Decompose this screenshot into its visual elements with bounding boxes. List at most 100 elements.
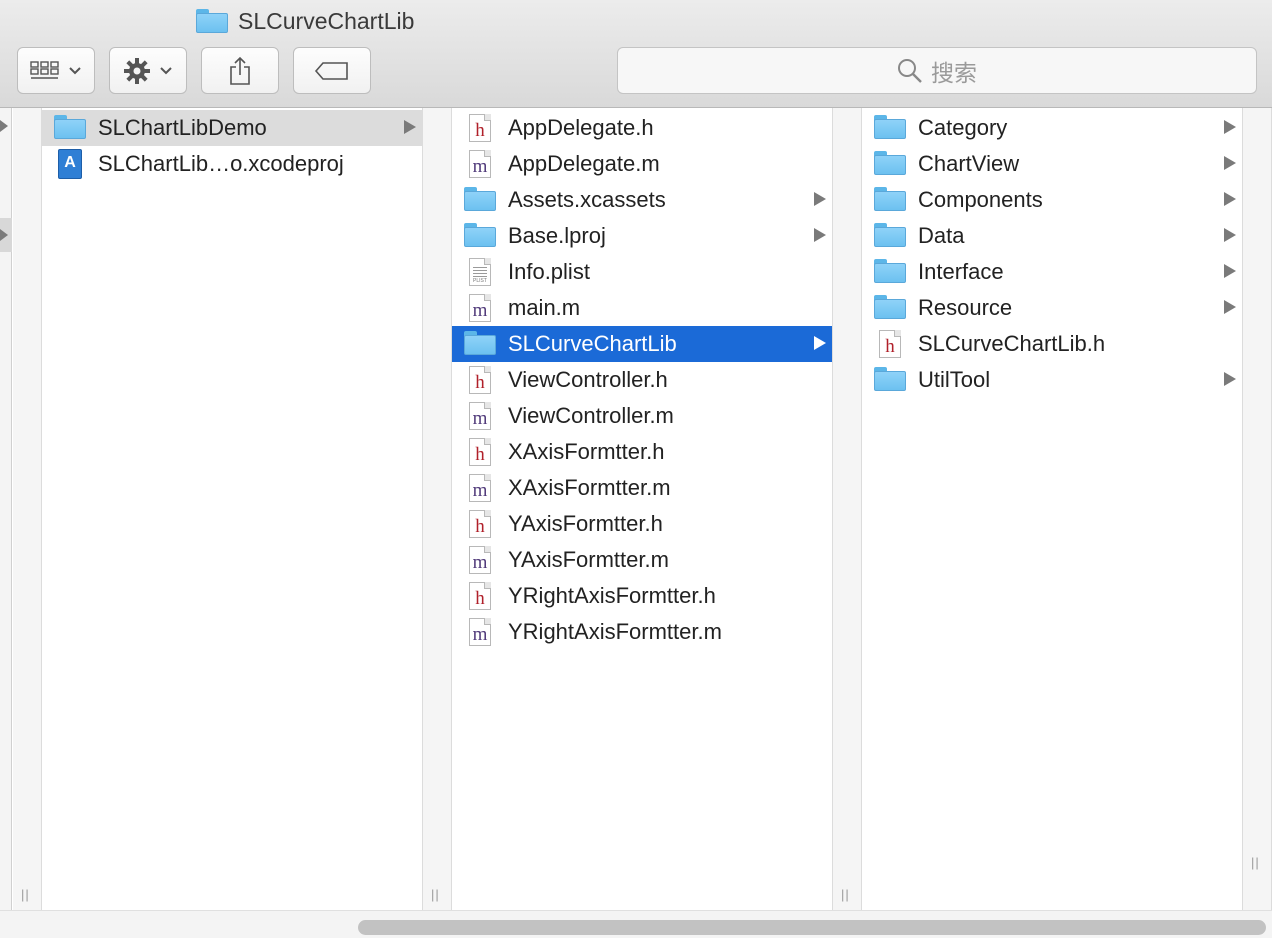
scrollbar-thumb[interactable] (358, 920, 1266, 935)
list-item[interactable]: m ViewController.m (452, 398, 832, 434)
list-item[interactable]: m YAxisFormtter.m (452, 542, 832, 578)
folder-body (874, 263, 906, 283)
list-item[interactable]: A SLChartLib…o.xcodeproj (42, 146, 422, 182)
folder-icon (874, 151, 906, 177)
item-label: Interface (918, 259, 1004, 284)
file-type-glyph: m (472, 408, 488, 429)
column-2[interactable]: h AppDelegate.h m AppDelegate.m Assets.xcass… (452, 108, 833, 910)
list-item[interactable]: m YRightAxisFormtter.m (452, 614, 832, 650)
toolbar: SLCurveChartLib 搜索 (0, 0, 1272, 108)
folder-shape (874, 187, 906, 211)
disclosure-arrow-icon (1224, 156, 1236, 170)
list-item[interactable]: UtilTool (862, 362, 1242, 398)
h-file-icon: h (469, 582, 491, 610)
share-icon (230, 56, 250, 85)
list-item[interactable]: h XAxisFormtter.h (452, 434, 832, 470)
share-button[interactable] (201, 47, 279, 94)
disclosure-arrow-icon (814, 228, 826, 242)
list-item[interactable]: Base.lproj (452, 218, 832, 254)
plist-tag: PLIST (473, 278, 487, 284)
folder-body (874, 191, 906, 211)
column-1[interactable]: SLChartLibDemo A SLChartLib…o.xcodeproj (42, 108, 423, 910)
folder-body (874, 299, 906, 319)
disclosure-arrow-icon (1224, 300, 1236, 314)
list-item[interactable]: h ViewController.h (452, 362, 832, 398)
column-view-icon (30, 60, 59, 79)
disclosure-arrow-icon (1224, 372, 1236, 386)
list-item[interactable]: Assets.xcassets (452, 182, 832, 218)
list-item[interactable]: Components (862, 182, 1242, 218)
item-label: XAxisFormtter.m (508, 475, 671, 500)
page-corner (484, 114, 491, 121)
folder-icon (874, 223, 906, 249)
collapsed-column[interactable] (0, 108, 12, 910)
window-title: SLCurveChartLib (196, 6, 414, 36)
column-resize-handle[interactable]: || (841, 887, 850, 902)
m-file-icon: m (469, 402, 491, 430)
folder-icon (54, 115, 86, 141)
folder-icon (464, 331, 496, 357)
action-button[interactable] (109, 47, 187, 94)
folder-body (464, 191, 496, 211)
chevron-down-icon (160, 66, 172, 74)
item-label: AppDelegate.m (508, 151, 660, 176)
item-label: YRightAxisFormtter.m (508, 619, 722, 644)
file-type-glyph: h (475, 120, 485, 141)
m-file-icon: m (469, 618, 491, 646)
list-item[interactable]: m XAxisFormtter.m (452, 470, 832, 506)
item-label: Resource (918, 295, 1013, 320)
horizontal-scrollbar[interactable] (0, 910, 1272, 938)
list-item[interactable]: SLCurveChartLib (452, 326, 832, 362)
item-label: YRightAxisFormtter.h (508, 583, 716, 608)
item-label: SLCurveChartLib (508, 331, 677, 356)
item-label: Assets.xcassets (508, 187, 666, 212)
column-resize-handle[interactable]: || (21, 887, 30, 902)
item-label: AppDelegate.h (508, 115, 654, 140)
item-label: ViewController.m (508, 403, 674, 428)
xcodeproj-icon: A (58, 149, 82, 179)
folder-body (464, 227, 496, 247)
list-item[interactable]: SLChartLibDemo (42, 110, 422, 146)
item-label: Info.plist (508, 259, 590, 284)
item-label: ViewController.h (508, 367, 668, 392)
view-options-button[interactable] (17, 47, 95, 94)
tag-button[interactable] (293, 47, 371, 94)
folder-shape (464, 187, 496, 211)
list-item[interactable]: h YAxisFormtter.h (452, 506, 832, 542)
folder-icon (874, 259, 906, 285)
item-label: SLChartLib…o.xcodeproj (98, 151, 344, 176)
page-corner (484, 258, 491, 265)
disclosure-arrow-icon (1224, 120, 1236, 134)
folder-icon (874, 367, 906, 393)
list-item[interactable]: h YRightAxisFormtter.h (452, 578, 832, 614)
h-file-icon: h (469, 438, 491, 466)
folder-icon (196, 9, 228, 33)
list-item[interactable]: PLIST Info.plist (452, 254, 832, 290)
item-label: YAxisFormtter.m (508, 547, 669, 572)
list-item[interactable]: Interface (862, 254, 1242, 290)
folder-shape (874, 151, 906, 175)
page-corner (484, 366, 491, 373)
list-item[interactable]: ChartView (862, 146, 1242, 182)
list-item[interactable]: m AppDelegate.m (452, 146, 832, 182)
column-3[interactable]: Category ChartView Components Data Interface… (862, 108, 1243, 910)
column-resize-handle[interactable]: || (431, 887, 440, 902)
list-item[interactable]: Category (862, 110, 1242, 146)
list-item[interactable]: m main.m (452, 290, 832, 326)
plist-lines (473, 265, 487, 277)
item-label: Components (918, 187, 1043, 212)
list-item[interactable]: Data (862, 218, 1242, 254)
list-item[interactable]: h AppDelegate.h (452, 110, 832, 146)
column-resize-handle[interactable]: || (1251, 855, 1260, 870)
file-type-glyph: h (475, 372, 485, 393)
list-item[interactable]: Resource (862, 290, 1242, 326)
list-item[interactable]: h SLCurveChartLib.h (862, 326, 1242, 362)
search-field[interactable]: 搜索 (617, 47, 1257, 94)
column-gap: || (423, 108, 452, 910)
item-label: Category (918, 115, 1008, 140)
window-title-label: SLCurveChartLib (238, 7, 415, 34)
page-corner (484, 510, 491, 517)
item-label: XAxisFormtter.h (508, 439, 665, 464)
folder-body (874, 227, 906, 247)
folder-icon (874, 295, 906, 321)
